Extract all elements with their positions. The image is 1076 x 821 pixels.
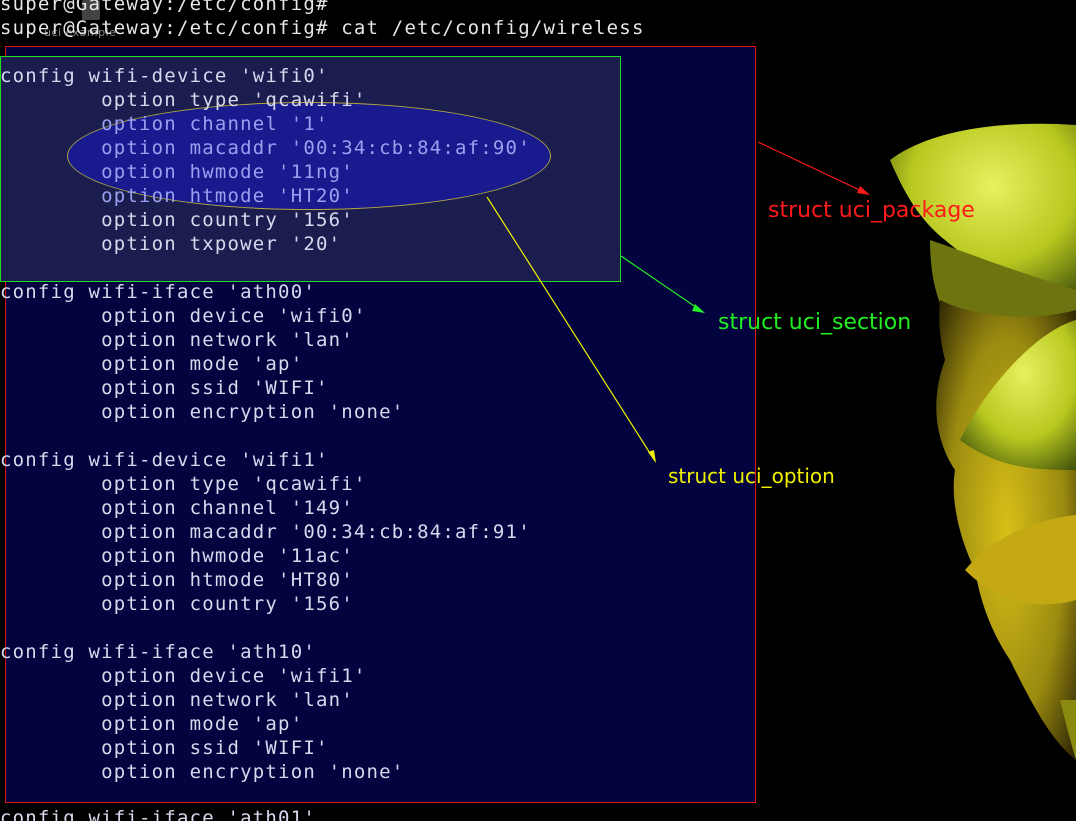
uci-option-label: struct uci_option bbox=[668, 464, 835, 488]
prompt-line: super@Gateway:/etc/config# bbox=[0, 0, 329, 15]
option-line: option macaddr '00:34:cb:84:af:91' bbox=[0, 521, 531, 543]
option-line: option ssid 'WIFI' bbox=[0, 377, 329, 399]
config-line: config wifi-iface 'ath00' bbox=[0, 281, 316, 303]
option-line: option htmode 'HT80' bbox=[0, 569, 354, 591]
option-line: option type 'qcawifi' bbox=[0, 89, 367, 111]
option-line: option hwmode '11ng' bbox=[0, 161, 354, 183]
option-line: option htmode 'HT20' bbox=[0, 185, 354, 207]
uci-package-label: struct uci_package bbox=[768, 198, 975, 223]
uci-section-label: struct uci_section bbox=[718, 310, 912, 335]
option-line: option mode 'ap' bbox=[0, 713, 304, 735]
option-line: option country '156' bbox=[0, 593, 354, 615]
option-line: option txpower '20' bbox=[0, 233, 342, 255]
option-line: option encryption 'none' bbox=[0, 401, 405, 423]
prompt-line: super@Gateway:/etc/config# cat /etc/conf… bbox=[0, 17, 645, 39]
option-line: option type 'qcawifi' bbox=[0, 473, 367, 495]
option-line: option device 'wifi1' bbox=[0, 665, 367, 687]
terminal-screenshot: uci example super@Gateway:/etc/config# s… bbox=[0, 0, 1076, 821]
option-line: option network 'lan' bbox=[0, 329, 354, 351]
option-line: option channel '1' bbox=[0, 113, 329, 135]
config-line: config wifi-device 'wifi0' bbox=[0, 65, 329, 87]
option-line: option encryption 'none' bbox=[0, 761, 405, 783]
option-line: option ssid 'WIFI' bbox=[0, 737, 329, 759]
config-line: config wifi-iface 'ath01' bbox=[0, 807, 316, 821]
option-line: option country '156' bbox=[0, 209, 354, 231]
option-line: option device 'wifi0' bbox=[0, 305, 367, 327]
option-line: option hwmode '11ac' bbox=[0, 545, 354, 567]
config-line: config wifi-device 'wifi1' bbox=[0, 449, 329, 471]
option-line: option macaddr '00:34:cb:84:af:90' bbox=[0, 137, 531, 159]
config-line: config wifi-iface 'ath10' bbox=[0, 641, 316, 663]
option-line: option mode 'ap' bbox=[0, 353, 304, 375]
option-line: option channel '149' bbox=[0, 497, 354, 519]
option-line: option network 'lan' bbox=[0, 689, 354, 711]
